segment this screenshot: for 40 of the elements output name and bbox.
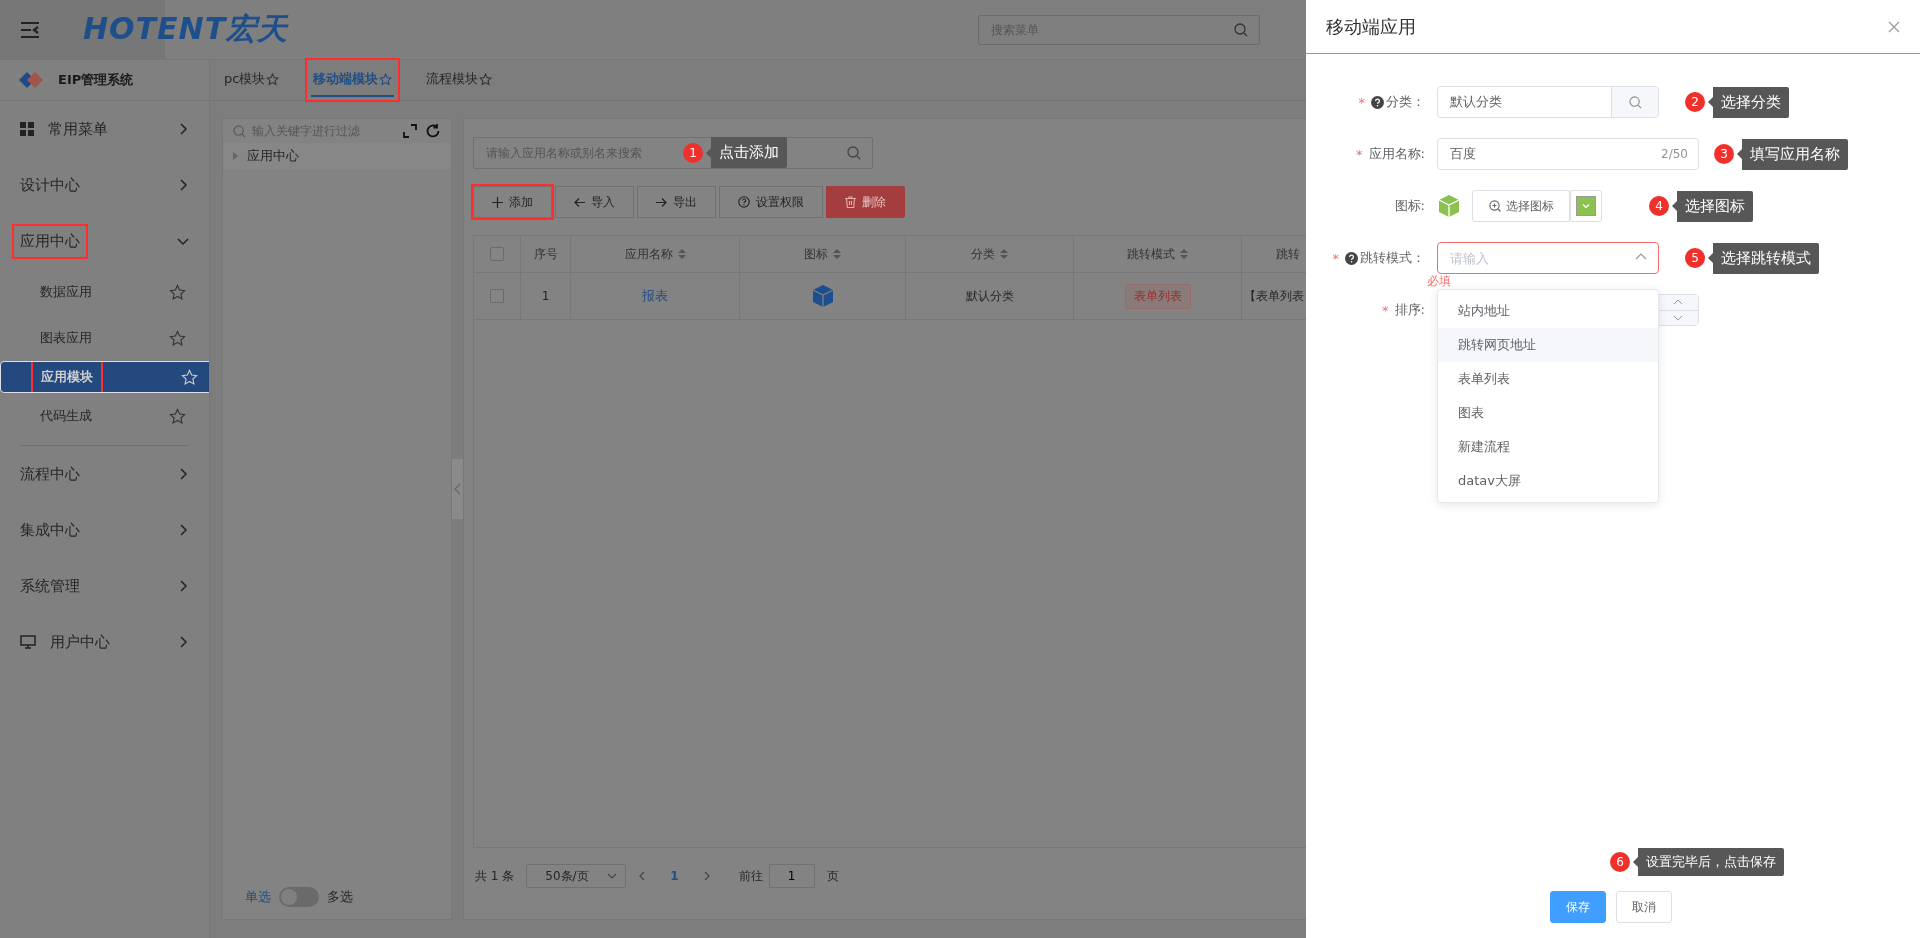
required-mark: *: [1382, 302, 1389, 318]
tooltip: 设置完毕后，点击保存: [1633, 848, 1784, 876]
total-count: 共 1 条: [475, 867, 515, 885]
column-header: 图标: [804, 245, 828, 263]
step-badge: 5: [1685, 248, 1705, 268]
toggle-label: 多选: [327, 888, 353, 906]
step-badge: 1: [683, 142, 703, 163]
table-cell: 【表单列表: [1244, 287, 1304, 305]
table-cell: 默认分类: [965, 287, 1014, 305]
field-label: 应用名称:: [1368, 145, 1425, 163]
toggle-label: 单选: [245, 888, 271, 906]
column-header: 跳转模式: [1127, 245, 1175, 263]
tooltip: 选择图标: [1672, 190, 1753, 222]
field-label: 图标:: [1394, 197, 1425, 215]
field-label: 跳转模式：: [1360, 249, 1425, 267]
mode-tag: 表单列表: [1124, 283, 1191, 309]
required-mark: *: [1356, 146, 1363, 162]
logo: HOTENT宏天: [83, 10, 289, 48]
column-header: 跳转: [1276, 245, 1300, 263]
page-suffix: 页: [826, 867, 839, 885]
tooltip: 选择分类: [1708, 86, 1789, 118]
column-header: 应用名称: [624, 245, 673, 263]
step-badge: 3: [1714, 144, 1734, 164]
goto-label: 前往: [738, 867, 763, 885]
system-name: EIP管理系统: [58, 71, 134, 89]
required-mark: *: [1332, 250, 1339, 266]
error-message: 必填: [1427, 275, 1451, 288]
step-badge: 6: [1610, 852, 1630, 872]
field-label: 排序:: [1394, 301, 1425, 319]
drawer-title: 移动端应用: [1326, 14, 1416, 39]
step-badge: 4: [1649, 196, 1669, 216]
required-mark: *: [1358, 94, 1365, 110]
table-cell: 1: [541, 289, 550, 303]
tooltip: 选择跳转模式: [1708, 242, 1819, 274]
tooltip: 点击添加: [706, 137, 787, 168]
step-badge: 2: [1685, 92, 1705, 112]
column-header: 分类: [971, 245, 995, 263]
tooltip: 填写应用名称: [1737, 138, 1848, 170]
column-header: 序号: [533, 245, 558, 263]
field-label: 分类：: [1386, 93, 1425, 111]
